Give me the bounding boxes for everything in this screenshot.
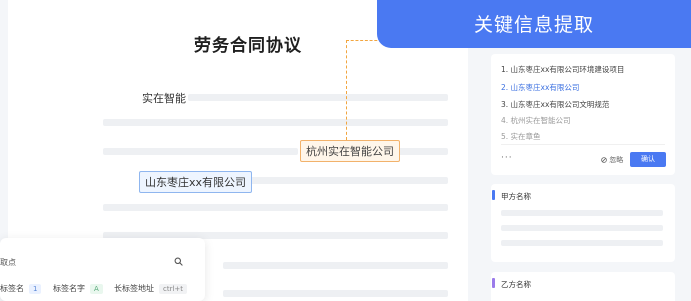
confirm-button[interactable]: 确认 xyxy=(630,152,666,167)
tag-item-label: 长标签地址 xyxy=(114,284,154,293)
text-line xyxy=(223,290,448,297)
extraction-item[interactable]: 5. 实在章鱼 xyxy=(501,131,541,142)
tag-item-label: 标签名字 xyxy=(53,284,85,293)
header-banner: 关键信息提取 xyxy=(377,0,691,48)
section-title: 甲方名称 xyxy=(501,192,531,201)
shortcut-chip: A xyxy=(90,284,103,294)
section-title: 乙方名称 xyxy=(501,280,531,289)
extraction-result-card: 1. 山东枣庄xx有限公司环境建设项目 2. 山东枣庄xx有限公司 3. 山东枣… xyxy=(491,54,675,175)
connector-line xyxy=(346,40,382,41)
ignore-icon xyxy=(601,156,607,163)
tag-item[interactable]: 长标签地址 ctrl+t xyxy=(114,283,188,294)
shortcut-chip: ctrl+t xyxy=(159,284,188,294)
text-line xyxy=(103,119,448,126)
text-line xyxy=(103,148,298,155)
text-line xyxy=(103,204,448,211)
text-line xyxy=(240,177,448,184)
search-icon[interactable] xyxy=(174,257,183,266)
text-line xyxy=(188,94,448,101)
tag-item-label: 标签名 xyxy=(0,284,24,293)
ignore-button[interactable]: 忽略 xyxy=(601,155,623,165)
tag-item[interactable]: 标签名 1 xyxy=(0,283,42,294)
tag-panel-header: 取点 xyxy=(0,258,16,267)
document-title: 劳务合同协议 xyxy=(194,36,302,56)
connector-line xyxy=(346,40,347,140)
extraction-item[interactable]: 3. 山东枣庄xx有限公司文明规范 xyxy=(501,99,609,110)
placeholder-line xyxy=(501,210,663,216)
highlight-tag-orange[interactable]: 杭州实在智能公司 xyxy=(300,140,400,162)
section-marker xyxy=(492,190,495,200)
shortcut-chip: 1 xyxy=(29,284,42,294)
text-line xyxy=(393,148,448,155)
party-label: 实在智能 xyxy=(142,92,186,105)
party-a-card: 甲方名称 xyxy=(491,184,675,262)
more-button[interactable]: ··· xyxy=(501,153,513,163)
placeholder-line xyxy=(501,225,663,231)
extraction-item[interactable]: 4. 杭州实在智能公司 xyxy=(501,115,571,126)
ignore-label: 忽略 xyxy=(609,156,624,164)
party-b-card: 乙方名称 xyxy=(491,272,675,301)
tag-item[interactable]: 标签名字 A xyxy=(53,283,103,294)
tag-panel: 取点 标签名 1 标签名字 A 长标签地址 ctrl+t xyxy=(0,238,205,301)
divider xyxy=(501,144,665,145)
text-line xyxy=(223,262,448,269)
highlight-tag-blue[interactable]: 山东枣庄xx有限公司 xyxy=(139,171,253,193)
section-marker xyxy=(492,278,495,288)
extraction-item[interactable]: 2. 山东枣庄xx有限公司 xyxy=(501,82,579,93)
extraction-item[interactable]: 1. 山东枣庄xx有限公司环境建设项目 xyxy=(501,64,624,75)
banner-title: 关键信息提取 xyxy=(474,14,595,36)
placeholder-line xyxy=(501,240,663,246)
